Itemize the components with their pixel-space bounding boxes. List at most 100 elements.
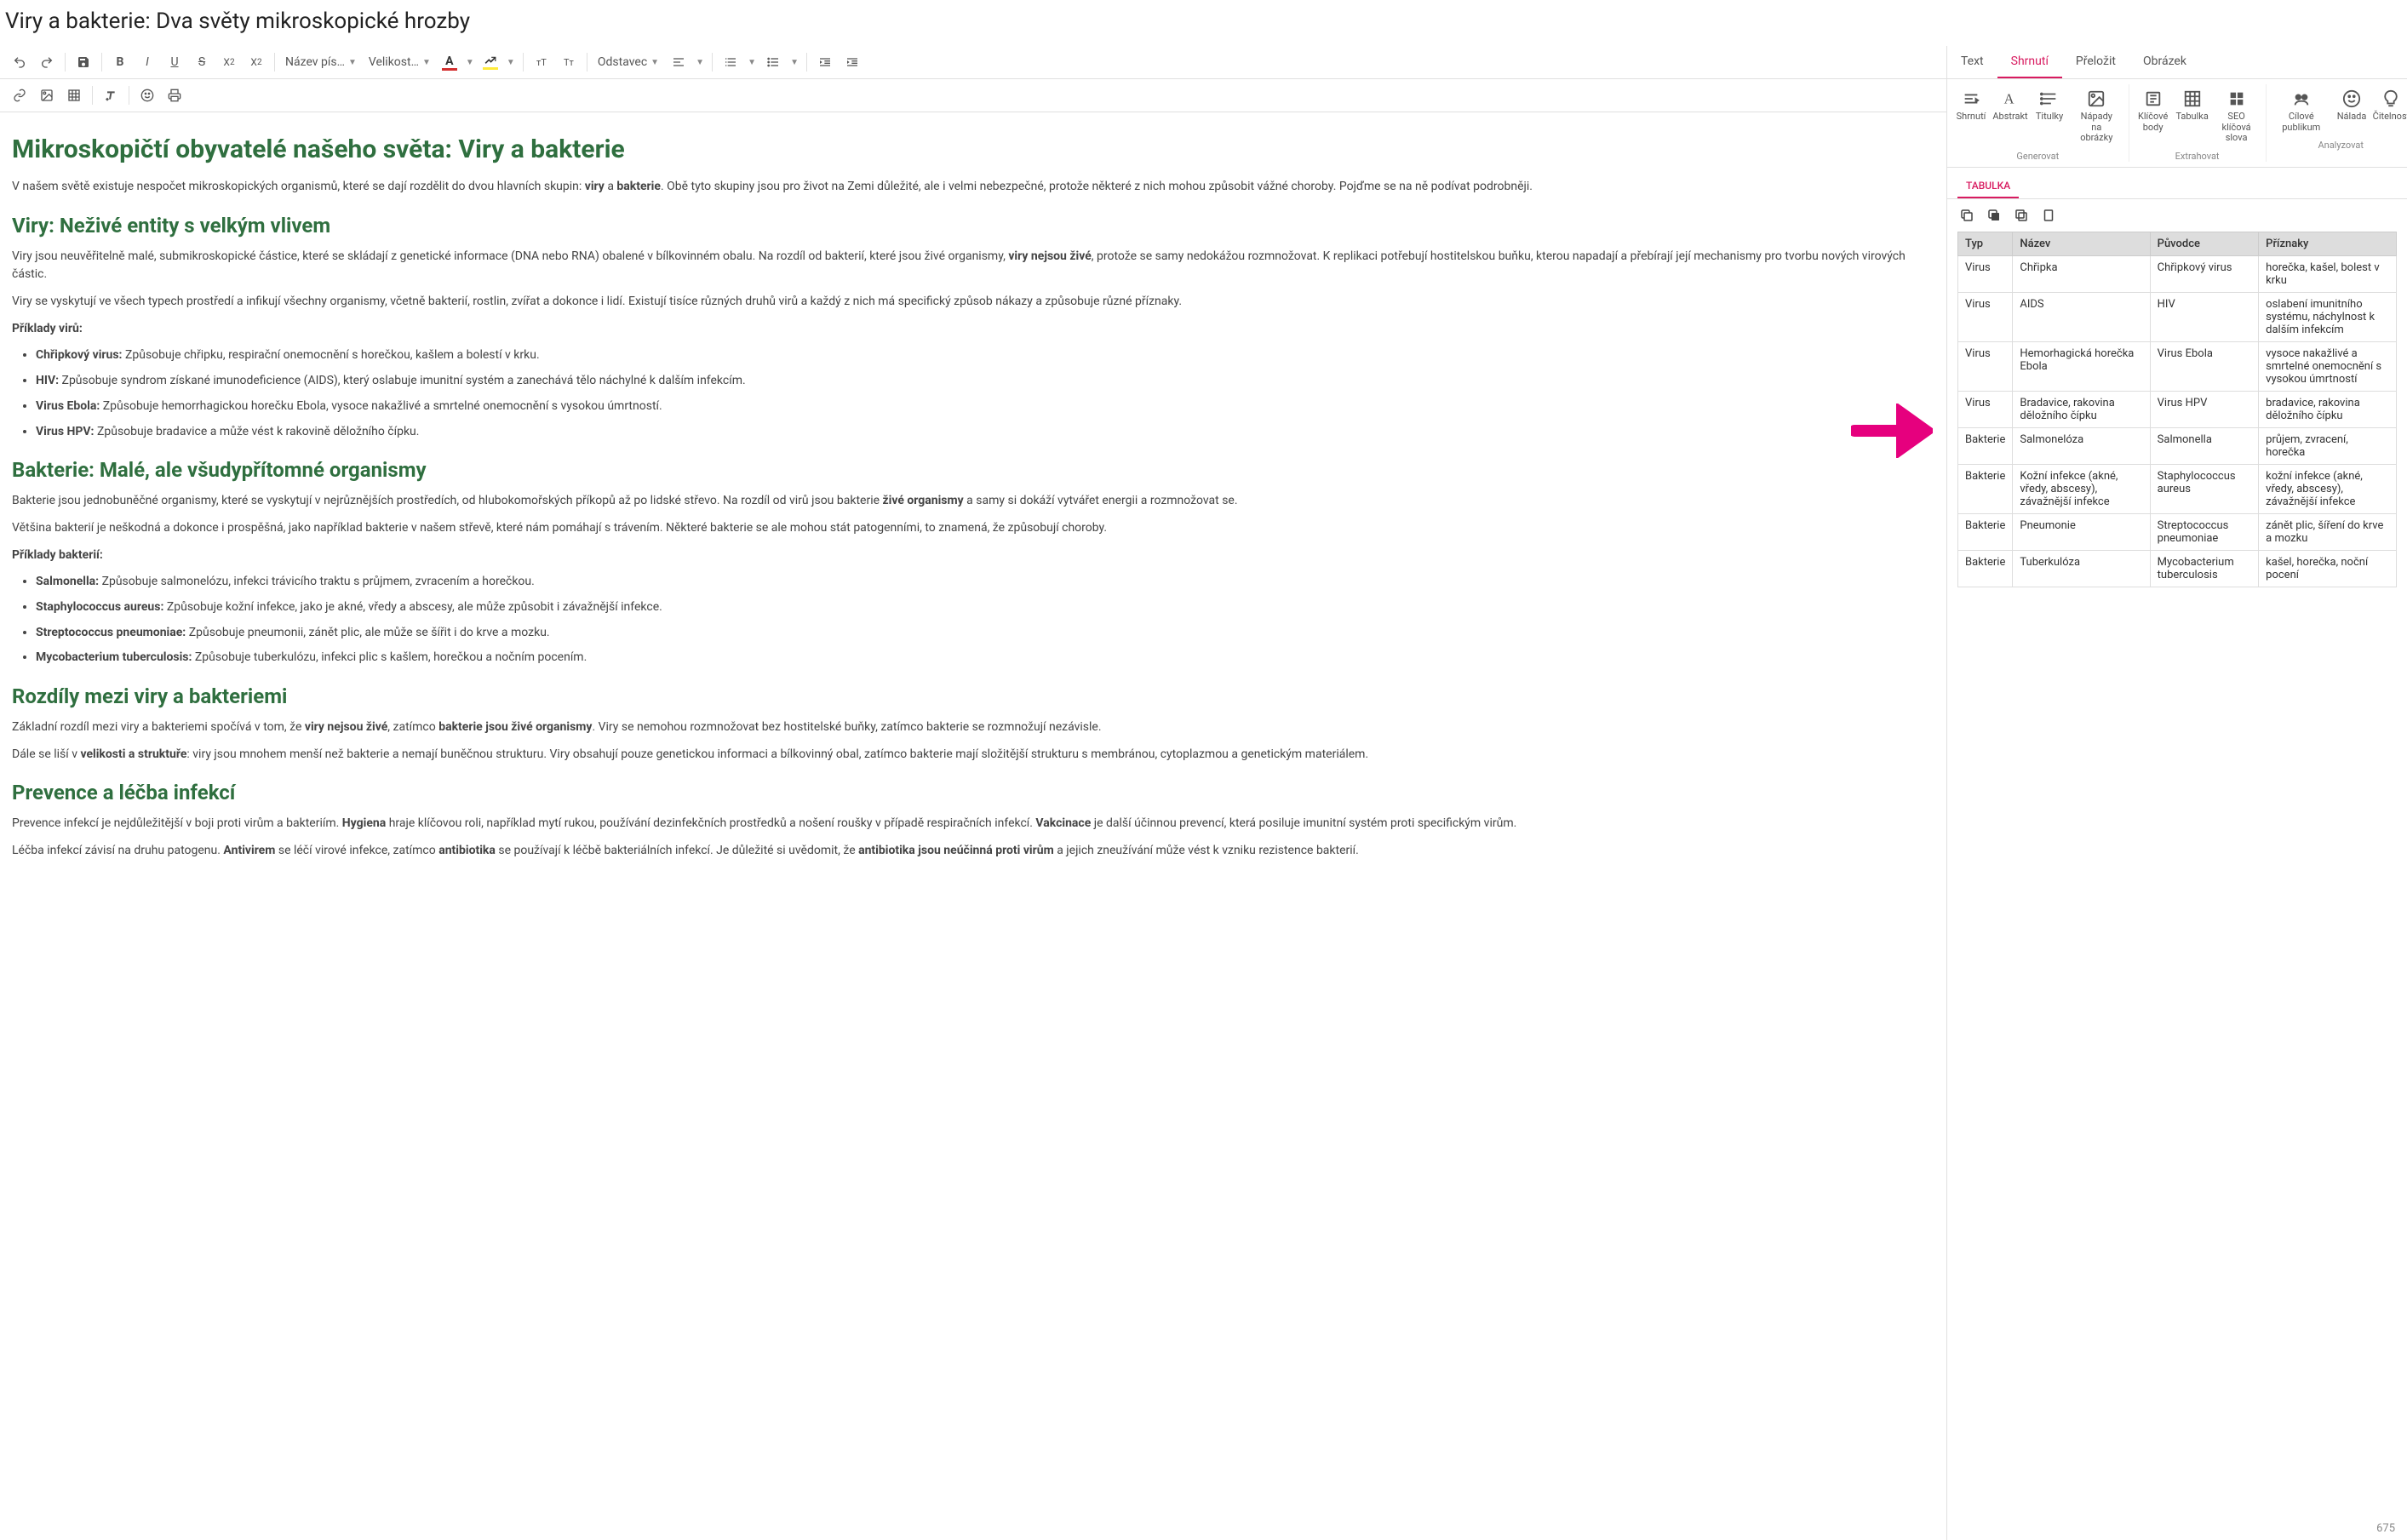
ordered-list-button[interactable]	[718, 49, 743, 75]
list-item: Salmonella: Způsobuje salmonelózu, infek…	[36, 573, 1934, 592]
copy-outline-icon[interactable]	[2012, 206, 2031, 225]
ribbon-analyze-icon-0	[2292, 88, 2311, 110]
text-color-button[interactable]: A	[438, 49, 461, 75]
font-size-dropdown[interactable]: Velikost…▼	[364, 49, 436, 75]
table-button[interactable]	[61, 83, 87, 108]
doc-h2-bakt: Bakterie: Malé, ale všudypřítomné organi…	[12, 458, 1934, 482]
list-item: Virus HPV: Způsobuje bradavice a může vé…	[36, 423, 1934, 442]
ribbon-extract-icon-1	[2183, 88, 2202, 110]
side-tab-přeložit[interactable]: Přeložit	[2062, 46, 2129, 78]
increase-font-button[interactable]: тT	[529, 49, 554, 75]
list-item: Streptococcus pneumoniae: Způsobuje pneu…	[36, 624, 1934, 643]
ribbon-generate-label-3: Nápady na obrázky	[2075, 112, 2118, 144]
side-tab-obrázek[interactable]: Obrázek	[2129, 46, 2200, 78]
table-cell: Bakterie	[1958, 427, 2013, 464]
table-cell: Salmonelóza	[2013, 427, 2150, 464]
table-row: BakterieKožní infekce (akné, vředy, absc…	[1958, 464, 2397, 513]
doc-prev-p1: Prevence infekcí je nejdůležitější v boj…	[12, 815, 1934, 833]
paragraph-dropdown[interactable]: Odstavec▼	[593, 49, 664, 75]
indent-button[interactable]	[840, 49, 865, 75]
ribbon-generate-2[interactable]: Titulky	[2031, 84, 2068, 147]
redo-button[interactable]	[34, 49, 60, 75]
table-cell: kožní infekce (akné, vředy, abscesy), zá…	[2259, 464, 2397, 513]
doc-h2-viry: Viry: Neživé entity s velkým vlivem	[12, 214, 1934, 238]
link-button[interactable]	[7, 83, 32, 108]
result-sub-tabs: TABULKA	[1947, 168, 2407, 199]
ribbon-analyze-label-1: Nálada	[2337, 112, 2367, 123]
table-cell: Mycobacterium tuberculosis	[2150, 550, 2259, 587]
ribbon-generate-1[interactable]: AAbstrakt	[1992, 84, 2029, 147]
ribbon-generate-icon-0	[1962, 88, 1980, 110]
editor-content[interactable]: Mikroskopičtí obyvatelé našeho světa: Vi…	[0, 112, 1946, 1540]
ribbon-extract-1[interactable]: Tabulka	[2174, 84, 2211, 147]
table-cell: horečka, kašel, bolest v krku	[2259, 255, 2397, 292]
ribbon-extract-icon-0	[2144, 88, 2163, 110]
ribbon-extract-2[interactable]: SEO klíčová slova	[2213, 84, 2261, 147]
page-title: Viry a bakterie: Dva světy mikroskopické…	[0, 0, 2407, 46]
ribbon-generate-0[interactable]: Shrnutí	[1952, 84, 1990, 147]
ribbon-generate-label-2: Titulky	[2036, 112, 2063, 123]
ribbon-extract-0[interactable]: Klíčové body	[2135, 84, 2172, 147]
side-panel: TextShrnutíPřeložitObrázek ShrnutíAAbstr…	[1947, 46, 2407, 1540]
ribbon-extract-icon-2	[2227, 88, 2246, 110]
table-cell: AIDS	[2013, 292, 2150, 341]
strikethrough-button[interactable]: S	[189, 49, 215, 75]
copy-solid-icon[interactable]	[1985, 206, 2003, 225]
highlight-color-button[interactable]	[479, 49, 502, 75]
table-row: VirusBradavice, rakovina děložního čípku…	[1958, 391, 2397, 427]
sub-tab-tabulka[interactable]: TABULKA	[1957, 175, 2019, 198]
bold-button[interactable]: B	[107, 49, 133, 75]
ribbon-analyze-label-2: Čitelnost	[2373, 112, 2407, 123]
doc-h1: Mikroskopičtí obyvatelé našeho světa: Vi…	[12, 135, 1934, 164]
text-color-chevron[interactable]: ▼	[463, 49, 477, 75]
table-cell: HIV	[2150, 292, 2259, 341]
ribbon-group-analyze: Cílové publikumNáladaČitelnost Analyzova…	[2267, 84, 2407, 162]
unordered-list-chevron[interactable]: ▼	[788, 49, 801, 75]
table-cell: Virus	[1958, 292, 2013, 341]
highlight-color-chevron[interactable]: ▼	[504, 49, 518, 75]
undo-button[interactable]	[7, 49, 32, 75]
outdent-button[interactable]	[812, 49, 838, 75]
ribbon-analyze-2[interactable]: Čitelnost	[2372, 84, 2407, 136]
superscript-button[interactable]: X2	[216, 49, 242, 75]
doc-roz-p1: Základní rozdíl mezi viry a bakteriemi s…	[12, 718, 1934, 737]
align-button[interactable]	[666, 49, 691, 75]
ribbon-analyze-0[interactable]: Cílové publikum	[2272, 84, 2331, 136]
ribbon-generate-icon-2	[2040, 88, 2059, 110]
doc-h2-prev: Prevence a léčba infekcí	[12, 781, 1934, 804]
clear-format-button[interactable]	[98, 83, 123, 108]
table-cell: Bakterie	[1958, 513, 2013, 550]
print-button[interactable]	[162, 83, 187, 108]
result-table: TypNázevPůvodcePříznakyVirusChřipkaChřip…	[1957, 232, 2397, 587]
copy-single-icon[interactable]	[2039, 206, 2058, 225]
doc-bakt-p1: Bakterie jsou jednobuněčné organismy, kt…	[12, 492, 1934, 511]
copy-actions	[1947, 199, 2407, 232]
side-tab-shrnutí[interactable]: Shrnutí	[1997, 46, 2062, 78]
table-header: Typ	[1958, 232, 2013, 255]
ribbon-generate-label-1: Abstrakt	[1992, 112, 2027, 123]
side-tab-text[interactable]: Text	[1947, 46, 1997, 78]
copy-all-icon[interactable]	[1957, 206, 1976, 225]
editor-pane: B I U S X2 X2 Název pís…▼ Velikost…▼ A ▼…	[0, 46, 1947, 1540]
ordered-list-chevron[interactable]: ▼	[745, 49, 759, 75]
result-table-wrap: TypNázevPůvodcePříznakyVirusChřipkaChřip…	[1947, 232, 2407, 1517]
ribbon-analyze-1[interactable]: Nálada	[2333, 84, 2370, 136]
table-header: Původce	[2150, 232, 2259, 255]
list-item: HIV: Způsobuje syndrom získané imunodefi…	[36, 372, 1934, 391]
ribbon-analyze-icon-2	[2381, 88, 2400, 110]
underline-button[interactable]: U	[162, 49, 187, 75]
subscript-button[interactable]: X2	[244, 49, 269, 75]
font-name-dropdown[interactable]: Název pís…▼	[280, 49, 362, 75]
ribbon-group-extract: Klíčové bodyTabulkaSEO klíčová slova Ext…	[2129, 84, 2267, 162]
decrease-font-button[interactable]: Tт	[556, 49, 582, 75]
ribbon-generate-3[interactable]: Nápady na obrázky	[2070, 84, 2123, 147]
emoji-button[interactable]	[135, 83, 160, 108]
unordered-list-button[interactable]	[760, 49, 786, 75]
doc-intro: V našem světě existuje nespočet mikrosko…	[12, 178, 1934, 197]
ribbon-extract-label-1: Tabulka	[2175, 112, 2208, 123]
image-button[interactable]	[34, 83, 60, 108]
align-chevron[interactable]: ▼	[693, 49, 707, 75]
table-row: BakterieSalmonelózaSalmonellaprůjem, zvr…	[1958, 427, 2397, 464]
save-button[interactable]	[71, 49, 96, 75]
italic-button[interactable]: I	[135, 49, 160, 75]
